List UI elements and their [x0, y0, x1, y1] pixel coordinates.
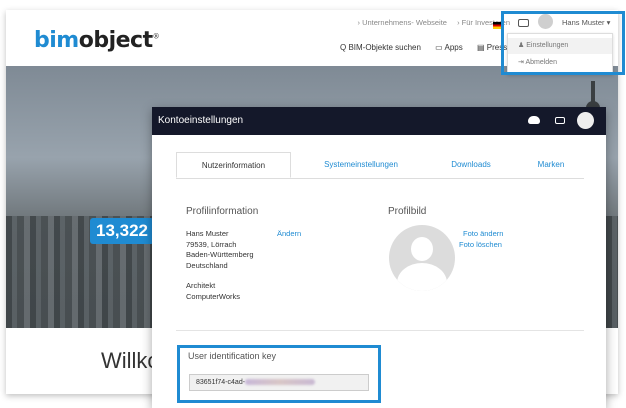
delete-photo-link[interactable]: Foto löschen	[459, 240, 502, 249]
object-counter-badge: 13,322	[90, 218, 154, 244]
tab-downloads[interactable]: Downloads	[431, 152, 511, 178]
profile-info-heading: Profilinformation	[186, 206, 259, 217]
highlight-frame-user-menu	[501, 11, 625, 75]
profile-placeholder-avatar	[389, 225, 455, 291]
tab-user-information[interactable]: Nutzerinformation	[176, 152, 291, 178]
inbox-icon[interactable]	[555, 117, 565, 124]
account-settings-modal: Kontoeinstellungen Nutzerinformation Sys…	[152, 107, 606, 408]
link-company-website[interactable]: › Unternehmens- Webseite	[357, 18, 446, 27]
top-links: › Unternehmens- Webseite › Für Investore…	[349, 18, 510, 27]
section-divider	[176, 330, 584, 331]
nav-apps[interactable]: ▭ Apps	[435, 43, 463, 52]
edit-profile-link[interactable]: Ändern	[277, 229, 301, 238]
tab-system-settings[interactable]: Systemeinstellungen	[306, 152, 416, 178]
highlight-frame-user-key: User identification key 83651f74-c4ad-	[177, 345, 381, 403]
user-avatar[interactable]	[577, 112, 594, 129]
cloud-icon[interactable]	[528, 116, 540, 124]
redacted-blur	[245, 379, 316, 386]
user-key-field[interactable]: 83651f74-c4ad-	[189, 374, 369, 391]
bimobject-logo[interactable]: bimobject®	[34, 28, 160, 53]
user-key-label: User identification key	[188, 351, 277, 361]
nav-search-bim-objects[interactable]: Q BIM-Objekte suchen	[340, 43, 421, 52]
tab-brands[interactable]: Marken	[521, 152, 581, 178]
user-address: Hans Muster 79539, Lörrach Baden-Württem…	[186, 229, 254, 301]
modal-header: Kontoeinstellungen	[152, 107, 606, 135]
main-nav: Q BIM-Objekte suchen ▭ Apps ▤ Presse	[340, 43, 524, 52]
modal-title: Kontoeinstellungen	[158, 115, 244, 126]
profile-image-heading: Profilbild	[388, 206, 427, 217]
change-photo-link[interactable]: Foto ändern	[463, 229, 503, 238]
settings-tabs: Nutzerinformation Systemeinstellungen Do…	[176, 152, 584, 179]
welcome-heading: Willko	[101, 348, 160, 373]
